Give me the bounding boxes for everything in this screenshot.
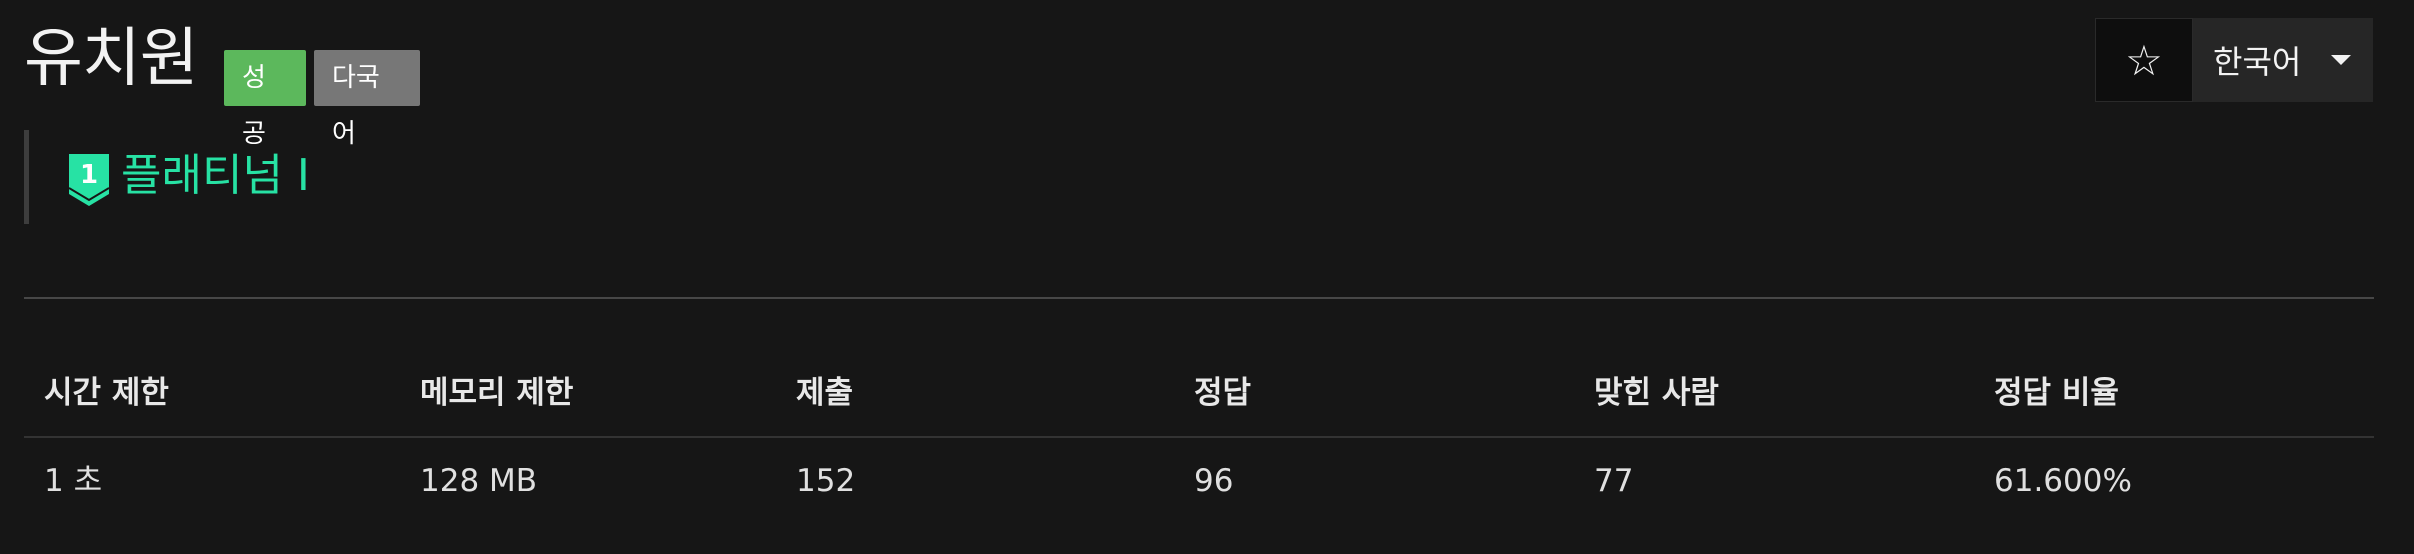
section-divider bbox=[24, 297, 2374, 299]
tier-icon-number: 1 bbox=[80, 160, 98, 190]
chevron-down-icon bbox=[2331, 55, 2351, 65]
favorite-star-button[interactable]: ☆ bbox=[2095, 18, 2193, 102]
value-accepted: 96 bbox=[1194, 463, 1234, 499]
multilang-badge: 다국어 bbox=[314, 50, 420, 149]
table-row: 1 초 128 MB 152 96 77 61.600% bbox=[24, 438, 2374, 524]
value-accept-ratio: 61.600% bbox=[1994, 463, 2132, 499]
problem-toolbar: ☆ 한국어 bbox=[2095, 18, 2373, 102]
problem-title: 유치원 bbox=[24, 22, 199, 96]
success-badge: 성공 bbox=[224, 50, 306, 149]
language-select[interactable]: 한국어 bbox=[2193, 18, 2373, 102]
value-solved-users: 77 bbox=[1594, 463, 1634, 499]
value-time-limit: 1 초 bbox=[44, 463, 103, 499]
tier-section: 1 플래티넘 I bbox=[24, 130, 310, 224]
header-memory-limit: 메모리 제한 bbox=[420, 375, 574, 411]
header-solved-users: 맞힌 사람 bbox=[1594, 375, 1719, 411]
table-header-row: 시간 제한 메모리 제한 제출 정답 맞힌 사람 정답 비율 bbox=[24, 350, 2374, 438]
value-submissions: 152 bbox=[796, 463, 856, 499]
problem-page: 유치원 성공 다국어 1 플래티넘 I ☆ 한국어 시간 제한 메모리 제한 제… bbox=[0, 0, 2414, 554]
platinum-tier-icon: 1 bbox=[69, 154, 109, 206]
language-select-value: 한국어 bbox=[2213, 43, 2302, 81]
header-accepted: 정답 bbox=[1194, 375, 1252, 411]
problem-info-table: 시간 제한 메모리 제한 제출 정답 맞힌 사람 정답 비율 1 초 128 M… bbox=[24, 350, 2374, 524]
header-submissions: 제출 bbox=[796, 375, 854, 411]
header-time-limit: 시간 제한 bbox=[44, 375, 169, 411]
header-accept-ratio: 정답 비율 bbox=[1994, 375, 2119, 411]
value-memory-limit: 128 MB bbox=[420, 463, 538, 499]
star-outline-icon: ☆ bbox=[2125, 35, 2163, 85]
tier-label: 플래티넘 I bbox=[121, 150, 310, 201]
